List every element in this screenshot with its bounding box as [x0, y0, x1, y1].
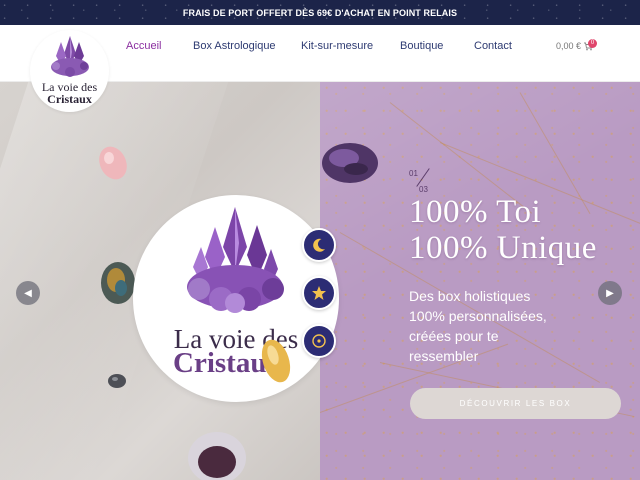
star-icon-button[interactable]	[302, 276, 336, 310]
sun-icon	[312, 334, 326, 348]
nav-kit-sur-mesure[interactable]: Kit-sur-mesure	[301, 40, 373, 52]
hero-headline-line1: 100% Toi	[409, 194, 542, 230]
logo-text-line2: Cristaux	[47, 92, 92, 106]
crystal-logo-icon	[51, 36, 89, 77]
site-logo[interactable]: La voie des Cristaux	[30, 30, 109, 112]
nav-box-astrologique[interactable]: Box Astrologique	[193, 40, 276, 52]
star-icon	[312, 286, 326, 300]
labradorite-stone	[101, 262, 135, 304]
nav-boutique[interactable]: Boutique	[400, 40, 443, 52]
sun-icon-button[interactable]	[302, 324, 336, 358]
garnet-stone	[188, 432, 246, 480]
chevron-right-icon: ▶	[606, 287, 614, 299]
announcement-text: FRAIS DE PORT OFFERT DÈS 69€ D'ACHAT EN …	[182, 7, 458, 18]
hematite-stone	[108, 374, 126, 388]
moon-icon	[313, 238, 325, 252]
citrine-stone	[261, 339, 291, 383]
nav-contact[interactable]: Contact	[474, 40, 512, 52]
nav-accueil[interactable]: Accueil	[126, 40, 161, 52]
slider-next-button[interactable]: ▶	[598, 281, 622, 305]
slider-prev-button[interactable]: ◀	[16, 281, 40, 305]
discover-box-button[interactable]: DÉCOUVRIR LES BOX	[410, 388, 621, 419]
slide-total-number: 03	[419, 185, 428, 194]
moon-icon-button[interactable]	[302, 228, 336, 262]
rose-quartz-stone	[99, 146, 127, 180]
cart-total[interactable]: 0,00 €	[556, 41, 581, 51]
chevron-left-icon: ◀	[24, 287, 32, 299]
cart-count-badge: 0	[588, 39, 597, 48]
amethyst-stone	[322, 143, 378, 183]
crystal-cluster-icon	[187, 207, 284, 313]
announcement-bar: FRAIS DE PORT OFFERT DÈS 69€ D'ACHAT EN …	[0, 0, 640, 25]
hero-subtext: Des box holistiques 100% personnalisées,…	[409, 288, 547, 364]
slide-current-number: 01	[409, 169, 418, 178]
hero-headline-line2: 100% Unique	[409, 230, 597, 266]
